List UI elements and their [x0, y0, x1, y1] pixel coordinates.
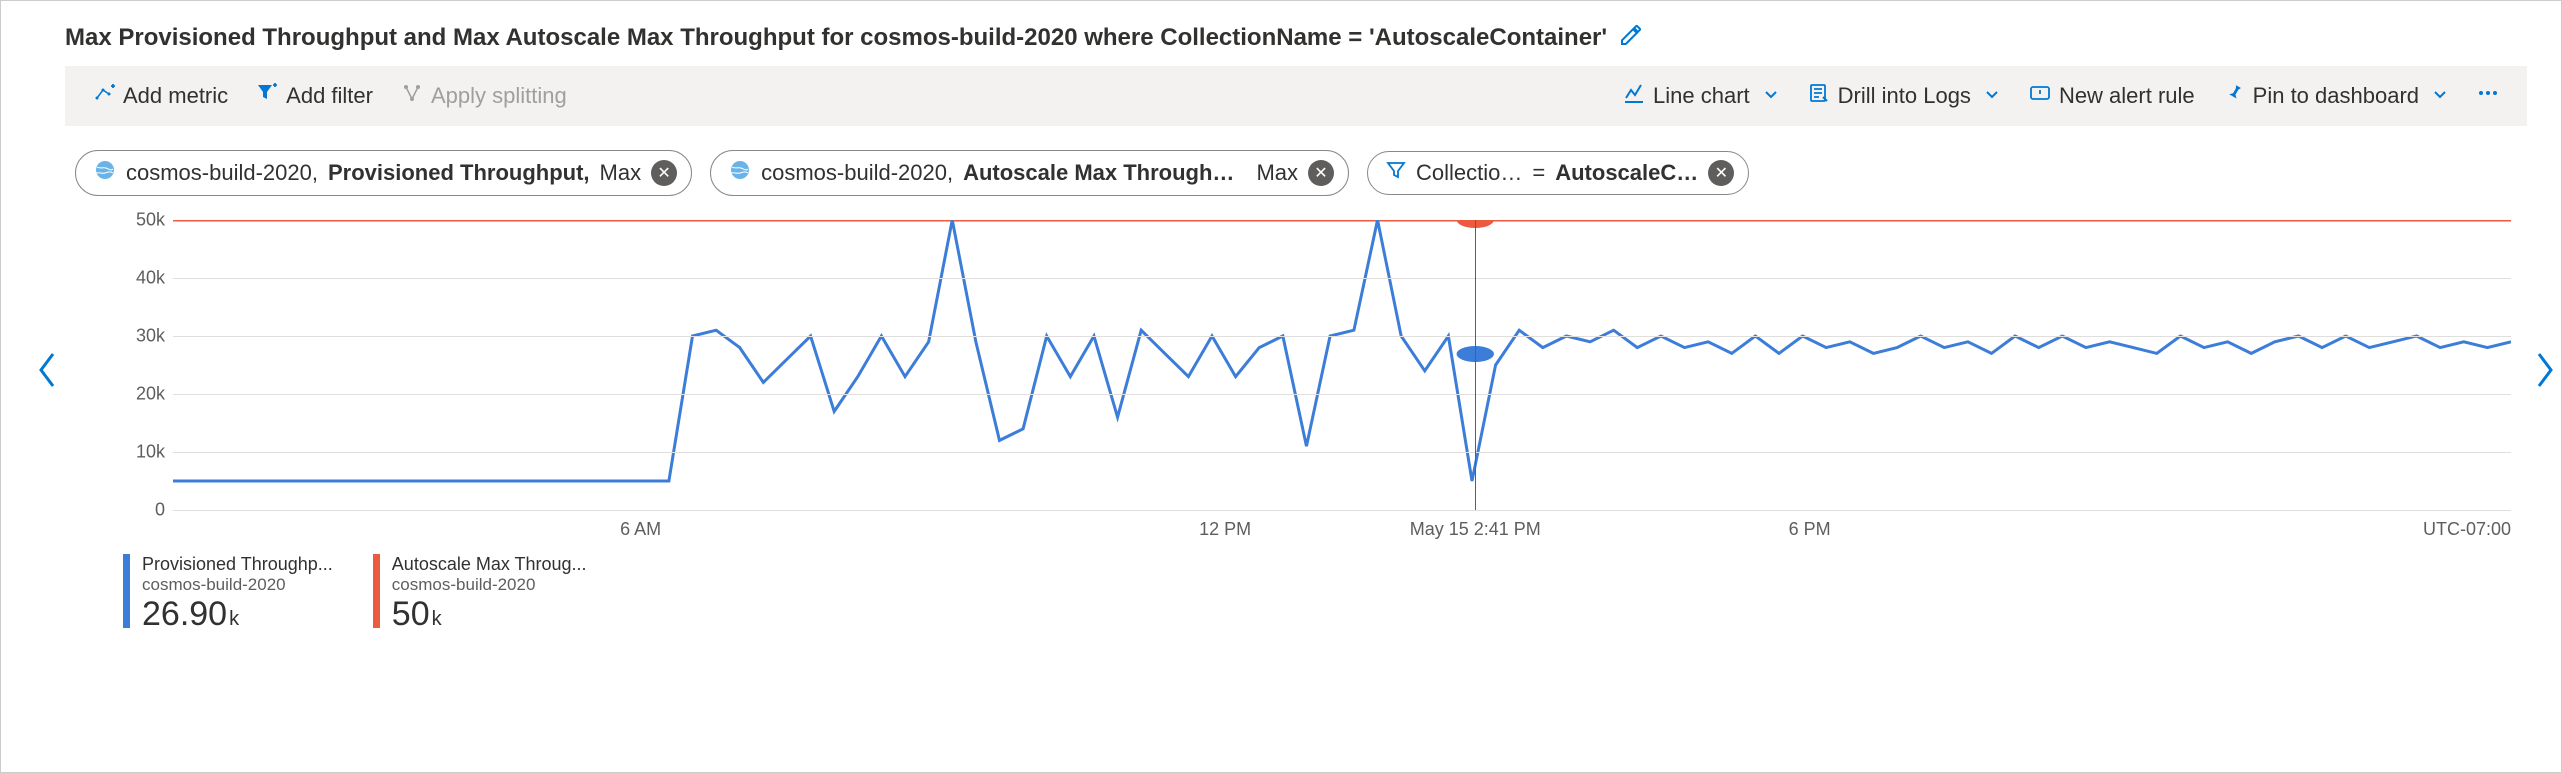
- more-button[interactable]: [2463, 74, 2513, 118]
- y-axis-label: 20k: [117, 384, 165, 405]
- add-filter-label: Add filter: [286, 83, 373, 109]
- add-metric-button[interactable]: Add metric: [79, 74, 242, 118]
- gridline: [173, 336, 2511, 337]
- new-alert-button[interactable]: New alert rule: [2015, 74, 2209, 118]
- chart-plot[interactable]: 50k40k30k20k10k06 AM12 PM6 PMUTC-07:00Ma…: [117, 220, 2511, 510]
- page-title: Max Provisioned Throughput and Max Autos…: [65, 24, 1607, 52]
- chevron-down-icon: [1983, 83, 2001, 109]
- pill-row: cosmos-build-2020, Provisioned Throughpu…: [1, 126, 2561, 196]
- gridline: [173, 452, 2511, 453]
- metric-pill-autoscale[interactable]: cosmos-build-2020, Autoscale Max Through…: [710, 150, 1349, 196]
- close-icon[interactable]: ✕: [651, 160, 677, 186]
- x-axis-label: 6 AM: [620, 519, 661, 540]
- legend-resource: cosmos-build-2020: [392, 575, 587, 595]
- logs-icon: [1808, 82, 1830, 110]
- time-marker-label: May 15 2:41 PM: [1410, 519, 1541, 540]
- legend-unit: k: [432, 608, 442, 630]
- alert-icon: [2029, 82, 2051, 110]
- new-alert-label: New alert rule: [2059, 83, 2195, 109]
- apply-splitting-label: Apply splitting: [431, 83, 567, 109]
- cosmos-icon: [94, 159, 116, 187]
- prev-time-button[interactable]: [25, 340, 69, 409]
- pin-dashboard-button[interactable]: Pin to dashboard: [2209, 74, 2463, 118]
- filter-pill[interactable]: Collectio… = AutoscaleC… ✕: [1367, 151, 1749, 195]
- filter-value: AutoscaleC…: [1555, 160, 1698, 186]
- cosmos-icon: [729, 159, 751, 187]
- pill-agg: Max: [1256, 160, 1298, 186]
- pill-metric: Provisioned Throughput,: [328, 160, 590, 186]
- toolbar: Add metric Add filter Apply splitting Li…: [65, 66, 2527, 126]
- legend-value: 50: [392, 595, 430, 633]
- legend-name: Provisioned Throughp...: [142, 554, 333, 575]
- pin-icon: [2223, 82, 2245, 110]
- line-chart-icon: [1623, 82, 1645, 110]
- legend-unit: k: [229, 608, 239, 630]
- filter-icon: [1386, 160, 1406, 186]
- drill-logs-button[interactable]: Drill into Logs: [1794, 74, 2015, 118]
- time-marker-line[interactable]: [1475, 220, 1476, 510]
- timezone-label: UTC-07:00: [2423, 519, 2511, 540]
- chart-svg: [173, 220, 2511, 510]
- metrics-panel: Max Provisioned Throughput and Max Autos…: [0, 0, 2562, 773]
- close-icon[interactable]: ✕: [1708, 160, 1734, 186]
- y-axis-label: 30k: [117, 326, 165, 347]
- more-icon: [2477, 82, 2499, 110]
- gridline: [173, 510, 2511, 511]
- chevron-down-icon: [1762, 83, 1780, 109]
- y-axis-label: 40k: [117, 268, 165, 289]
- gridline: [173, 278, 2511, 279]
- filter-icon: [256, 82, 278, 110]
- pill-resource: cosmos-build-2020,: [761, 160, 953, 186]
- legend-swatch: [373, 554, 380, 628]
- drill-logs-label: Drill into Logs: [1838, 83, 1971, 109]
- apply-splitting-button: Apply splitting: [387, 74, 581, 118]
- x-axis-label: 6 PM: [1789, 519, 1831, 540]
- chart-type-label: Line chart: [1653, 83, 1750, 109]
- y-axis-label: 10k: [117, 442, 165, 463]
- legend-item-provisioned[interactable]: Provisioned Throughp... cosmos-build-202…: [123, 554, 333, 634]
- add-metric-icon: [93, 82, 115, 110]
- pill-metric: Autoscale Max Through…: [963, 160, 1234, 186]
- legend-item-autoscale[interactable]: Autoscale Max Throug... cosmos-build-202…: [373, 554, 587, 634]
- x-axis-label: 12 PM: [1199, 519, 1251, 540]
- legend-value: 26.90: [142, 595, 227, 633]
- filter-eq: =: [1532, 160, 1545, 186]
- chart-type-button[interactable]: Line chart: [1609, 74, 1794, 118]
- legend-resource: cosmos-build-2020: [142, 575, 333, 595]
- add-metric-label: Add metric: [123, 83, 228, 109]
- legend-row: Provisioned Throughp... cosmos-build-202…: [1, 510, 2561, 634]
- pill-resource: cosmos-build-2020,: [126, 160, 318, 186]
- pin-dashboard-label: Pin to dashboard: [2253, 83, 2419, 109]
- chart-area: 50k40k30k20k10k06 AM12 PM6 PMUTC-07:00Ma…: [65, 220, 2527, 510]
- filter-property: Collectio…: [1416, 160, 1522, 186]
- legend-swatch: [123, 554, 130, 628]
- y-axis-label: 50k: [117, 210, 165, 231]
- close-icon[interactable]: ✕: [1308, 160, 1334, 186]
- pill-agg: Max: [600, 160, 642, 186]
- split-icon: [401, 82, 423, 110]
- metric-pill-provisioned[interactable]: cosmos-build-2020, Provisioned Throughpu…: [75, 150, 692, 196]
- chevron-down-icon: [2431, 83, 2449, 109]
- edit-title-icon[interactable]: [1619, 23, 1643, 52]
- y-axis-label: 0: [117, 500, 165, 521]
- next-time-button[interactable]: [2523, 340, 2562, 409]
- title-row: Max Provisioned Throughput and Max Autos…: [1, 1, 2561, 66]
- add-filter-button[interactable]: Add filter: [242, 74, 387, 118]
- legend-name: Autoscale Max Throug...: [392, 554, 587, 575]
- gridline: [173, 394, 2511, 395]
